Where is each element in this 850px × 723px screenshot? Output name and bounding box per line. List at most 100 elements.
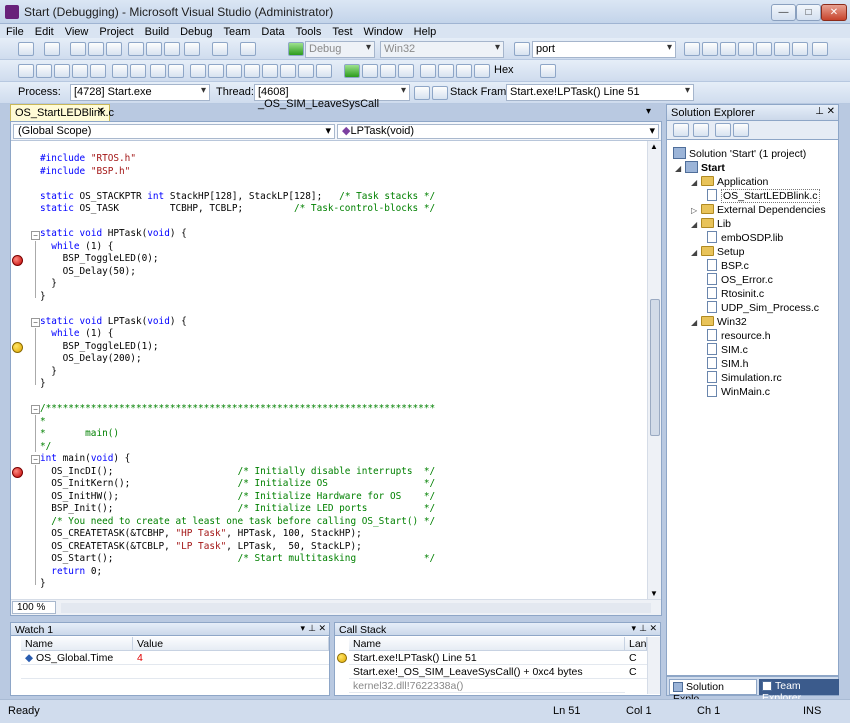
code-line[interactable]: #include "RTOS.h" bbox=[40, 153, 136, 166]
tb2-icon-2[interactable] bbox=[36, 64, 52, 78]
tb2-icon-7[interactable] bbox=[316, 64, 332, 78]
tree-item-file[interactable]: Rtosinit.c bbox=[707, 287, 764, 301]
tree-item-file[interactable]: resource.h bbox=[707, 329, 771, 343]
tb2-icon-6[interactable] bbox=[298, 64, 314, 78]
code-line[interactable]: while (1) { bbox=[40, 241, 113, 254]
find-in-files-icon[interactable] bbox=[514, 42, 530, 56]
cut-icon[interactable] bbox=[128, 42, 144, 56]
scope-select[interactable]: (Global Scope) ▾ bbox=[13, 124, 335, 139]
platform-select[interactable]: Win32 bbox=[380, 41, 504, 58]
code-line[interactable]: /* You need to create at least one task … bbox=[40, 516, 435, 529]
tree-item-folder[interactable]: ◢ Lib bbox=[691, 217, 731, 231]
restart-icon[interactable] bbox=[398, 64, 414, 78]
code-line[interactable]: } bbox=[40, 578, 46, 591]
tree-item-file[interactable]: BSP.c bbox=[707, 259, 749, 273]
show-all-files-icon[interactable] bbox=[693, 123, 709, 137]
toolbar-icon-a[interactable] bbox=[684, 42, 700, 56]
redo-icon[interactable] bbox=[212, 42, 228, 56]
maximize-button[interactable]: □ bbox=[796, 4, 821, 21]
breakpoints-window-icon[interactable] bbox=[540, 64, 556, 78]
function-select[interactable]: ◆LPTask(void) ▾ bbox=[337, 124, 659, 139]
bookmark-clear-icon[interactable] bbox=[280, 64, 296, 78]
menu-file[interactable]: File bbox=[0, 24, 29, 38]
menu-debug[interactable]: Debug bbox=[174, 24, 217, 38]
stack-frame-select[interactable]: Start.exe!LPTask() Line 51 bbox=[506, 84, 694, 101]
callstack-row-name[interactable]: Start.exe!LPTask() Line 51 bbox=[349, 652, 625, 665]
scroll-up-icon[interactable]: ▲ bbox=[650, 142, 658, 151]
toolbar-icon-e[interactable] bbox=[756, 42, 772, 56]
toolbar-icon-h[interactable] bbox=[812, 42, 828, 56]
collapse-icon[interactable]: ◢ bbox=[691, 176, 701, 190]
uncomment-icon[interactable] bbox=[168, 64, 184, 78]
comment-icon[interactable] bbox=[150, 64, 166, 78]
paste-icon[interactable] bbox=[164, 42, 180, 56]
code-line[interactable]: OS_InitHW(); /* Initialize Hardware for … bbox=[40, 491, 435, 504]
close-icon[interactable]: ✕ bbox=[827, 106, 835, 117]
pin-icon[interactable]: ⊥ bbox=[815, 106, 824, 117]
break-all-icon[interactable] bbox=[362, 64, 378, 78]
bookmark-icon[interactable] bbox=[190, 64, 206, 78]
code-line[interactable]: OS_IncDI(); /* Initially disable interru… bbox=[40, 466, 435, 479]
code-line[interactable]: BSP_ToggleLED(0); bbox=[40, 253, 159, 266]
code-line[interactable]: OS_CREATETASK(&TCBHP, "HP Task", HPTask,… bbox=[40, 528, 361, 541]
navigate-icon[interactable] bbox=[240, 42, 256, 56]
scroll-down-icon[interactable]: ▼ bbox=[650, 589, 658, 598]
tree-item-file[interactable]: OS_Error.c bbox=[707, 273, 773, 287]
code-line[interactable]: #include "BSP.h" bbox=[40, 166, 130, 179]
open-file-icon[interactable] bbox=[70, 42, 86, 56]
menu-data[interactable]: Data bbox=[255, 24, 289, 38]
code-line[interactable]: static OS_STACKPTR int StackHP[128], Sta… bbox=[40, 191, 435, 204]
callstack-row-lang[interactable]: C bbox=[625, 652, 647, 665]
indent-icon[interactable] bbox=[112, 64, 128, 78]
pin-icon[interactable]: ⊥ bbox=[308, 623, 316, 634]
add-item-icon[interactable] bbox=[44, 42, 60, 56]
continue-icon[interactable] bbox=[344, 64, 360, 78]
bookmark-folder-prev-icon[interactable] bbox=[244, 64, 260, 78]
undo-icon[interactable] bbox=[184, 42, 200, 56]
copy-icon[interactable] bbox=[146, 42, 162, 56]
document-tab[interactable]: OS_StartLEDBlink.c ✕ bbox=[10, 104, 114, 122]
tree-item-solution[interactable]: Solution 'Start' (1 project) bbox=[673, 147, 806, 161]
start-debug-icon[interactable] bbox=[288, 42, 304, 56]
tree-item-folder[interactable]: ◢ Win32 bbox=[691, 315, 747, 329]
code-line[interactable]: OS_Start(); /* Start multitasking */ bbox=[40, 553, 435, 566]
tab-team-explorer[interactable]: Team Explorer bbox=[759, 679, 839, 704]
callstack-scrollbar[interactable] bbox=[647, 637, 660, 694]
refresh-icon[interactable] bbox=[715, 123, 731, 137]
horizontal-scrollbar[interactable] bbox=[61, 603, 651, 613]
stop-debug-icon[interactable] bbox=[380, 64, 396, 78]
flag-thread-icon[interactable] bbox=[414, 86, 430, 100]
code-line[interactable]: static void HPTask(void) { bbox=[40, 228, 187, 241]
editor-dropdown-icon[interactable]: ▾ bbox=[646, 106, 651, 117]
solution-config-select[interactable]: Debug bbox=[305, 41, 375, 58]
code-line[interactable]: OS_Delay(50); bbox=[40, 266, 136, 279]
code-line[interactable]: OS_InitKern(); /* Initialize OS */ bbox=[40, 478, 435, 491]
properties-icon[interactable] bbox=[673, 123, 689, 137]
hex-toggle[interactable]: Hex bbox=[494, 64, 514, 76]
code-line[interactable]: BSP_Init(); /* Initialize LED ports */ bbox=[40, 503, 435, 516]
editor-vertical-scrollbar[interactable]: ▲ ▼ bbox=[647, 141, 661, 599]
tree-item-file[interactable]: UDP_Sim_Process.c bbox=[707, 301, 819, 315]
collapse-icon[interactable]: ◢ bbox=[691, 316, 701, 330]
callstack-row-name[interactable]: kernel32.dll!7622338a() bbox=[349, 680, 625, 693]
dropdown-icon[interactable]: ▾ bbox=[300, 623, 305, 634]
tab-solution-explorer[interactable]: Solution Explo... bbox=[669, 679, 757, 705]
outdent-icon[interactable] bbox=[130, 64, 146, 78]
code-line[interactable]: * bbox=[40, 416, 46, 429]
toolbar-icon-g[interactable] bbox=[792, 42, 808, 56]
step-into-icon[interactable] bbox=[438, 64, 454, 78]
menu-project[interactable]: Project bbox=[93, 24, 138, 38]
code-line[interactable]: } bbox=[40, 378, 46, 391]
code-line[interactable]: /***************************************… bbox=[40, 403, 435, 416]
process-select[interactable]: [4728] Start.exe bbox=[70, 84, 210, 101]
toolbar-icon-c[interactable] bbox=[720, 42, 736, 56]
scrollbar-thumb[interactable] bbox=[650, 299, 660, 436]
menu-edit[interactable]: Edit bbox=[29, 24, 59, 38]
toolbar-icon-f[interactable] bbox=[774, 42, 790, 56]
bookmark-folder-next-icon[interactable] bbox=[262, 64, 278, 78]
code-line[interactable]: static OS_TASK TCBHP, TCBLP; /* Task-con… bbox=[40, 203, 435, 216]
class-diagram-icon[interactable] bbox=[733, 123, 749, 137]
new-project-icon[interactable] bbox=[18, 42, 34, 56]
watch-empty-row[interactable] bbox=[21, 666, 329, 679]
code-line[interactable]: } bbox=[40, 278, 57, 291]
